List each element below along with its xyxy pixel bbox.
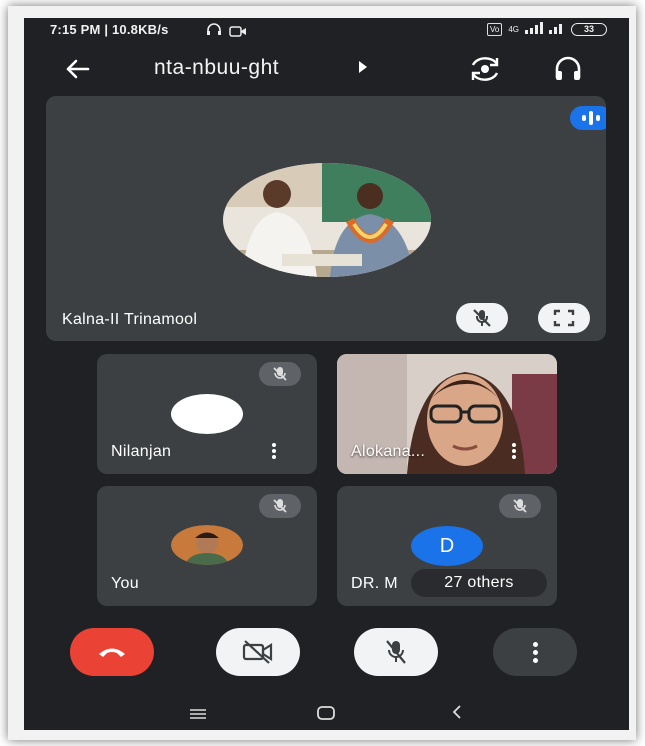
end-call-button[interactable] bbox=[70, 628, 154, 676]
avatar-letter: D bbox=[439, 534, 455, 557]
speaking-indicator-icon bbox=[570, 106, 606, 130]
switch-camera-icon[interactable] bbox=[466, 54, 504, 84]
participant-name: Alokana... bbox=[351, 443, 426, 460]
more-options-button[interactable] bbox=[493, 628, 577, 676]
letter-avatar: D bbox=[411, 526, 483, 566]
status-time-speed: 7:15 PM | 10.8KB/s bbox=[50, 22, 169, 37]
network-label: 4G bbox=[508, 25, 519, 34]
status-bar: 7:15 PM | 10.8KB/s Vo 4G 33 bbox=[24, 18, 629, 42]
mic-toggle-button[interactable] bbox=[354, 628, 438, 676]
more-options-icon bbox=[532, 641, 538, 663]
participant-name: You bbox=[111, 575, 139, 592]
mic-off-icon[interactable] bbox=[456, 303, 508, 333]
battery-icon: 33 bbox=[571, 23, 607, 36]
participant-tile-alokana[interactable]: Alokana... bbox=[337, 354, 557, 474]
more-options-icon[interactable] bbox=[271, 442, 277, 462]
camera-off-icon bbox=[242, 640, 273, 664]
back-arrow-icon[interactable] bbox=[62, 56, 92, 82]
participant-tile-you[interactable]: You bbox=[97, 486, 317, 606]
participant-name: Nilanjan bbox=[111, 443, 172, 460]
video-status-icon bbox=[229, 24, 247, 42]
fullscreen-icon[interactable] bbox=[538, 303, 590, 333]
home-icon[interactable] bbox=[317, 706, 335, 725]
headphones-icon[interactable] bbox=[550, 54, 586, 84]
main-participant-tile[interactable]: Kalna-II Trinamool bbox=[46, 96, 606, 341]
mic-off-icon bbox=[259, 494, 301, 518]
phone-screen: 7:15 PM | 10.8KB/s Vo 4G 33 nta-nbuu-ght bbox=[24, 18, 629, 730]
participant-photo-avatar bbox=[171, 525, 243, 565]
volte-icon: Vo bbox=[486, 23, 503, 36]
end-call-icon bbox=[99, 648, 125, 657]
system-nav-bar bbox=[24, 694, 629, 730]
participant-name: DR. M bbox=[351, 575, 398, 592]
main-participant-name: Kalna-II Trinamool bbox=[62, 311, 198, 328]
back-icon[interactable] bbox=[452, 705, 462, 724]
others-count-label: 27 others bbox=[444, 574, 514, 591]
caret-right-icon[interactable] bbox=[358, 61, 368, 76]
camera-toggle-button[interactable] bbox=[216, 628, 300, 676]
headphone-status-icon bbox=[206, 23, 222, 41]
mic-off-icon bbox=[499, 494, 541, 518]
others-count-chip[interactable]: 27 others bbox=[411, 569, 547, 597]
participant-tile-others[interactable]: D DR. M 27 others bbox=[337, 486, 557, 606]
mic-off-icon bbox=[259, 362, 301, 386]
recent-apps-icon[interactable] bbox=[189, 707, 207, 725]
participant-tile-nilanjan[interactable]: Nilanjan bbox=[97, 354, 317, 474]
signal-icon bbox=[525, 22, 565, 37]
avatar-placeholder bbox=[171, 394, 243, 434]
app-bar: nta-nbuu-ght bbox=[24, 44, 629, 94]
status-icons: Vo 4G 33 bbox=[486, 22, 607, 37]
participant-photo-avatar bbox=[222, 162, 432, 278]
meeting-code[interactable]: nta-nbuu-ght bbox=[154, 56, 279, 80]
more-options-icon[interactable] bbox=[511, 442, 517, 462]
mic-off-icon bbox=[386, 640, 406, 664]
